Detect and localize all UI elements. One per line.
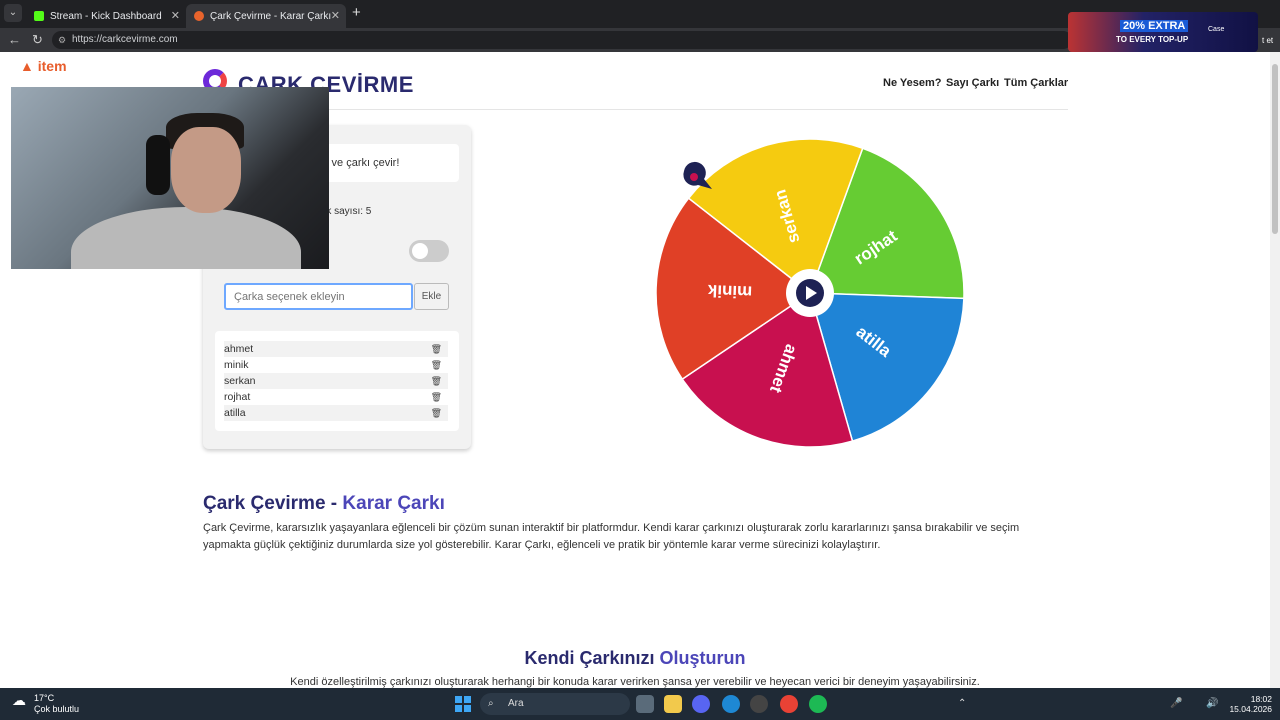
web-page: ÇARK ÇEVİRME Ne Yesem? Sayı Çarkı Tüm Ça… [0,52,1270,688]
edge-icon[interactable] [722,695,740,713]
pointer-icon [683,161,712,189]
extension-text: t et [1262,36,1274,45]
tab-label: Stream - Kick Dashboard [50,10,162,22]
page-scrollbar[interactable] [1270,52,1280,688]
trash-icon[interactable]: 🗑 [431,389,442,405]
tab-search-chevron-icon[interactable]: ⌄ [4,4,22,22]
spotify-icon[interactable] [809,695,827,713]
section2-title-b: Oluşturun [659,648,746,668]
trash-icon[interactable]: 🗑 [431,357,442,373]
weather-desc: Çok bulutlu [34,704,80,714]
section-title-a: Çark Çevirme - [203,493,343,514]
webcam-overlay [11,87,329,269]
item-label: atilla [224,407,246,419]
list-item: rojhat 🗑 [224,389,448,405]
volume-icon[interactable]: 🔊 [1206,698,1218,709]
ad-subline: TO EVERY TOP-UP [1116,35,1189,44]
clock-time: 18:02 [1250,694,1272,704]
site-info-icon[interactable]: ⚙ [58,31,66,49]
back-arrow-icon[interactable]: ← [8,32,21,47]
task-view-icon[interactable] [636,695,654,713]
reload-icon[interactable]: ↻ [32,32,43,48]
item-label: minik [224,359,249,371]
trash-icon[interactable]: 🗑 [431,341,442,357]
new-tab-plus-icon[interactable]: + [352,4,361,21]
list-item: atilla 🗑 [224,405,448,421]
options-list: ahmet 🗑 minik 🗑 serkan 🗑 rojhat 🗑 atilla 🗑 [215,331,459,431]
clock[interactable]: 18:02 15.04.2026 [1228,694,1272,714]
ad-banner[interactable]: 20% EXTRA TO EVERY TOP-UP Case [1068,12,1258,52]
item-label: ahmet [224,343,254,355]
section-title: Çark Çevirme - Karar Çarkı [203,493,445,515]
search-label: Ara [508,698,524,709]
item-logo-text: item [37,58,67,74]
tray-chevron-icon[interactable]: ⌃ [958,698,966,709]
obs-icon[interactable] [750,695,768,713]
item-label: serkan [224,375,256,387]
windows-taskbar: ☁ 17°C Çok bulutlu ⌕ Ara ⌃ 🎤 🔊 18:02 15.… [0,688,1280,720]
ad-headline: 20% EXTRA [1120,20,1189,32]
list-item: ahmet 🗑 [224,341,448,357]
tab-label: Çark Çevirme - Karar Çarkı [210,10,332,22]
close-tab-icon[interactable]: ✕ [171,9,180,22]
mode-toggle[interactable] [409,240,449,262]
webcam-person-body [71,207,301,269]
webcam-person-face [171,127,241,213]
wheel-svg: rojhatatillaahmetminikserkan [655,138,965,448]
section-paragraph: Çark Çevirme, kararsızlık yaşayanlara eğ… [203,522,1020,551]
add-option-button[interactable]: Ekle [414,283,449,310]
weather-temp: 17°C [34,693,55,703]
tab-cark-cevirme[interactable]: Çark Çevirme - Karar Çarkı ✕ [186,4,346,28]
toggle-knob [412,243,428,259]
wheel-label-minik: minik [707,281,753,302]
section2-title-a: Kendi Çarkınızı [524,648,660,668]
headset-icon [146,135,170,195]
section2-title: Kendi Çarkınızı Oluşturun [0,648,1270,669]
section-title-b: Karar Çarkı [342,493,445,514]
list-item: minik 🗑 [224,357,448,373]
scroll-thumb[interactable] [1272,64,1278,234]
search-icon: ⌕ [488,698,494,709]
url-text: https://carkcevirme.com [72,34,178,45]
option-count: rk sayısı: 5 [323,206,372,217]
taskbar-search[interactable]: ⌕ Ara [480,693,630,715]
cloud-icon: ☁ [12,692,26,708]
url-bar[interactable]: ⚙ https://carkcevirme.com [52,31,1072,49]
trash-icon[interactable]: 🗑 [431,373,442,389]
option-input[interactable] [224,283,413,310]
kick-favicon-icon [34,11,44,21]
trash-icon[interactable]: 🗑 [431,405,442,421]
header-divider [203,109,1068,110]
clock-date: 15.04.2026 [1229,704,1272,714]
item-label: rojhat [224,391,251,403]
nav-tum-carklar[interactable]: Tüm Çarklar [1004,77,1068,89]
file-explorer-icon[interactable] [664,695,682,713]
item-overlay-logo: ▲ item [20,58,67,74]
chrome-icon[interactable] [780,695,798,713]
spin-wheel[interactable]: rojhat atilla ahmet minik serkan [650,135,970,455]
microphone-icon[interactable]: 🎤 [1170,698,1182,709]
discord-icon[interactable] [692,695,710,713]
close-tab-icon[interactable]: ✕ [331,9,340,22]
ad-brand: Case [1208,26,1225,33]
weather-widget[interactable]: ☁ 17°C Çok bulutlu [12,693,79,715]
tab-kick-dashboard[interactable]: Stream - Kick Dashboard ✕ [26,4,186,28]
list-item: serkan 🗑 [224,373,448,389]
cark-favicon-icon [194,11,204,21]
nav-ne-yesem[interactable]: Ne Yesem? [883,77,942,89]
section2-paragraph: Kendi özelleştirilmiş çarkınızı oluştura… [290,676,980,688]
nav-sayi-carki[interactable]: Sayı Çarkı [946,77,999,89]
windows-start-icon[interactable] [455,696,471,712]
